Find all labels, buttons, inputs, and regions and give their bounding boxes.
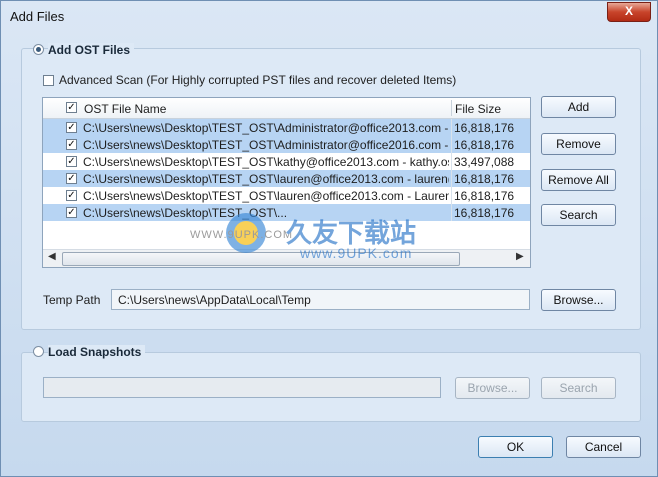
row-checkbox[interactable]: ✓	[66, 139, 77, 150]
list-header: ✓ OST File Name File Size	[43, 98, 530, 119]
table-row[interactable]: ✓ C:\Users\news\Desktop\TEST_OST\Administ…	[43, 119, 530, 136]
title-bar: Add Files X	[1, 1, 657, 31]
snapshot-path-field[interactable]	[43, 377, 441, 398]
cancel-button[interactable]: Cancel	[566, 436, 641, 458]
scroll-right-icon[interactable]: ▶	[516, 251, 524, 262]
table-row[interactable]: ✓ C:\Users\news\Desktop\TEST_OST\Administ…	[43, 136, 530, 153]
watermark-url: www.9UPK.com	[300, 245, 413, 261]
remove-all-button[interactable]: Remove All	[541, 169, 616, 191]
row-file-size: 16,818,176	[454, 172, 515, 186]
table-row[interactable]: ✓ C:\Users\news\Desktop\TEST_OST\kathy@of…	[43, 153, 530, 170]
row-file-path: C:\Users\news\Desktop\TEST_OST\lauren@of…	[83, 189, 449, 203]
remove-button[interactable]: Remove	[541, 133, 616, 155]
row-file-path: C:\Users\news\Desktop\TEST_OST\Administr…	[83, 121, 449, 135]
column-header-size[interactable]: File Size	[455, 102, 501, 116]
snapshot-browse-button[interactable]: Browse...	[455, 377, 530, 399]
temp-path-field[interactable]: C:\Users\news\AppData\Local\Temp	[111, 289, 530, 310]
row-file-size: 33,497,088	[454, 155, 515, 169]
load-snapshots-label[interactable]: Load Snapshots	[48, 345, 146, 359]
scroll-left-icon[interactable]: ◀	[48, 251, 56, 262]
watermark-url-left: WWW.9UPK.COM	[190, 229, 294, 241]
search-button[interactable]: Search	[541, 204, 616, 226]
select-all-checkbox[interactable]: ✓	[66, 102, 77, 113]
watermark: WWW.9UPK.COM 久友下载站 www.9UPK.com	[182, 207, 452, 270]
row-checkbox[interactable]: ✓	[66, 156, 77, 167]
add-ost-radio[interactable]	[33, 44, 44, 55]
table-row[interactable]: ✓ C:\Users\news\Desktop\TEST_OST\lauren@o…	[43, 170, 530, 187]
advanced-scan-checkbox[interactable]	[43, 75, 54, 86]
snapshot-search-button[interactable]: Search	[541, 377, 616, 399]
ok-button[interactable]: OK	[478, 436, 553, 458]
close-button[interactable]: X	[607, 2, 651, 22]
add-button[interactable]: Add	[541, 96, 616, 118]
row-file-path: C:\Users\news\Desktop\TEST_OST\lauren@of…	[83, 172, 449, 186]
table-row[interactable]: ✓ C:\Users\news\Desktop\TEST_OST\lauren@o…	[43, 187, 530, 204]
row-file-size: 16,818,176	[454, 206, 515, 220]
row-file-size: 16,818,176	[454, 189, 515, 203]
row-file-path: C:\Users\news\Desktop\TEST_OST\Administr…	[83, 138, 449, 152]
window-title: Add Files	[10, 9, 65, 24]
temp-path-label: Temp Path	[43, 293, 101, 307]
row-checkbox[interactable]: ✓	[66, 207, 77, 218]
add-ost-label[interactable]: Add OST Files	[48, 43, 135, 57]
temp-browse-button[interactable]: Browse...	[541, 289, 616, 311]
row-checkbox[interactable]: ✓	[66, 190, 77, 201]
load-snapshots-radio[interactable]	[33, 346, 44, 357]
row-checkbox[interactable]: ✓	[66, 122, 77, 133]
advanced-scan-label[interactable]: Advanced Scan (For Highly corrupted PST …	[59, 73, 456, 87]
row-file-size: 16,818,176	[454, 121, 515, 135]
row-checkbox[interactable]: ✓	[66, 173, 77, 184]
column-header-name[interactable]: OST File Name	[84, 102, 166, 116]
row-file-path: C:\Users\news\Desktop\TEST_OST\kathy@off…	[83, 155, 449, 169]
row-file-size: 16,818,176	[454, 138, 515, 152]
